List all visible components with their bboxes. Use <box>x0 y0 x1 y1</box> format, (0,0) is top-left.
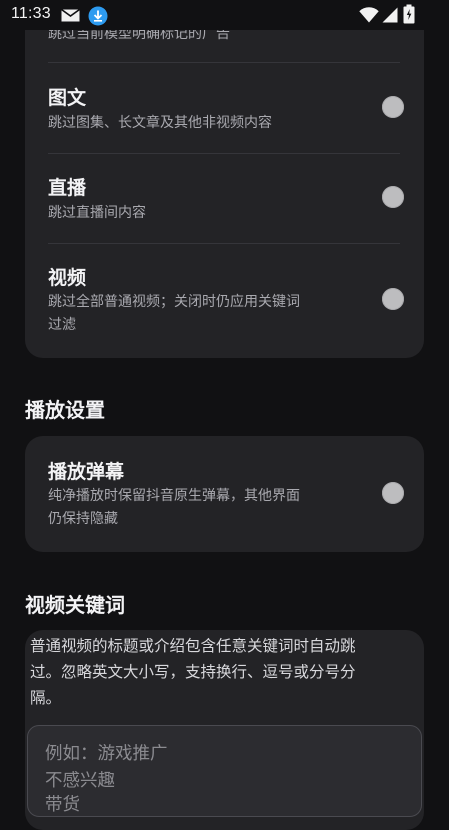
mail-icon <box>61 9 80 22</box>
setting-row-title: 播放弹幕 <box>48 461 125 483</box>
battery-icon <box>403 4 415 24</box>
toggle-radio-danmaku[interactable] <box>382 482 404 504</box>
toggle-radio-image-text[interactable] <box>382 96 404 118</box>
setting-row-video[interactable]: 视频 跳过全部普通视频；关闭时仍应用关键词 过滤 <box>48 244 404 354</box>
keywords-description-line-1: 普通视频的标题或介绍包含任意关键词时自动跳 <box>30 637 356 655</box>
setting-row-title: 直播 <box>48 177 87 199</box>
setting-row-description-line-1: 跳过全部普通视频；关闭时仍应用关键词 <box>48 294 300 310</box>
keywords-description-line-3: 隔。 <box>30 689 62 707</box>
setting-row-image-text[interactable]: 图文 跳过图集、长文章及其他非视频内容 <box>48 63 404 152</box>
section-title-playback: 播放设置 <box>25 398 105 422</box>
section-title-keywords: 视频关键词 <box>25 593 125 617</box>
content-filter-card: 跳过当前模型明确标记的广告 图文 跳过图集、长文章及其他非视频内容 直播 跳过直… <box>25 0 424 358</box>
status-bar: 11:33 <box>0 0 449 30</box>
wifi-icon <box>359 7 379 23</box>
playback-settings-card: 播放弹幕 纯净播放时保留抖音原生弹幕，其他界面 仍保持隐藏 <box>25 436 424 552</box>
keywords-input[interactable]: 例如：游戏推广 不感兴趣 带货 <box>27 725 422 817</box>
setting-row-danmaku[interactable]: 播放弹幕 纯净播放时保留抖音原生弹幕，其他界面 仍保持隐藏 <box>48 436 404 552</box>
setting-row-description: 跳过直播间内容 <box>48 205 146 221</box>
toggle-radio-live[interactable] <box>382 186 404 208</box>
setting-row-title: 视频 <box>48 267 87 289</box>
setting-row-description-line-2: 过滤 <box>48 317 76 333</box>
setting-row-description-line-1: 纯净播放时保留抖音原生弹幕，其他界面 <box>48 488 300 504</box>
keywords-placeholder-line-2: 不感兴趣 <box>45 771 115 791</box>
setting-row-description-line-2: 仍保持隐藏 <box>48 511 118 527</box>
keywords-placeholder-line-3: 带货 <box>45 795 80 815</box>
setting-row-live[interactable]: 直播 跳过直播间内容 <box>48 154 404 243</box>
setting-row-description: 跳过图集、长文章及其他非视频内容 <box>48 115 272 131</box>
status-time: 11:33 <box>11 5 51 22</box>
setting-row-title: 图文 <box>48 87 87 109</box>
keywords-placeholder-line-1: 例如：游戏推广 <box>45 744 168 764</box>
signal-icon <box>382 7 398 23</box>
toggle-radio-video[interactable] <box>382 288 404 310</box>
download-icon <box>88 6 108 26</box>
keywords-description-line-2: 过。忽略英文大小写，支持换行、逗号或分号分 <box>30 663 356 681</box>
